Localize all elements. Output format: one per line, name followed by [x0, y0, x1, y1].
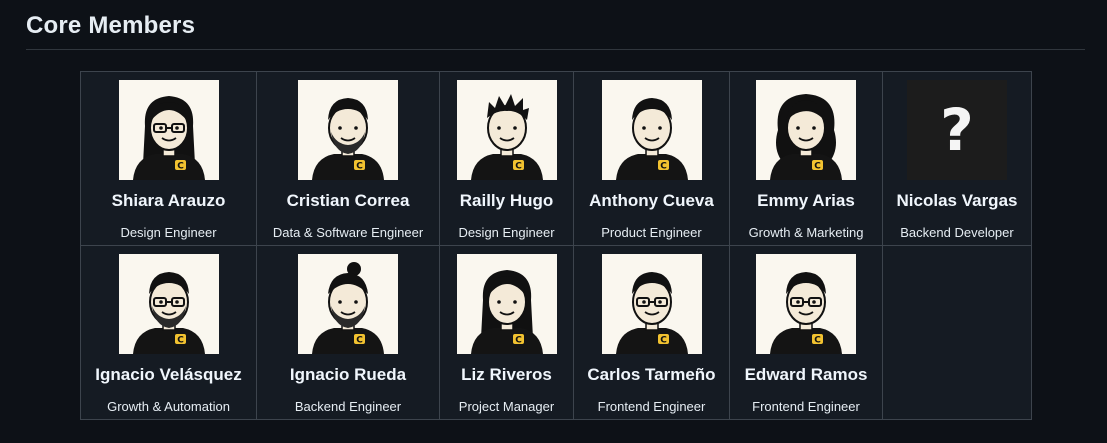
member-name: Liz Riveros [461, 365, 552, 384]
avatar: C [118, 254, 219, 354]
member-name: Railly Hugo [459, 191, 554, 210]
svg-text:C: C [660, 336, 667, 346]
avatar: C [756, 80, 856, 180]
member-role: Project Manager [458, 399, 555, 414]
avatar: C [298, 254, 398, 354]
title-divider [26, 49, 1085, 50]
svg-text:C: C [660, 162, 667, 172]
members-grid: C Shiara Arauzo Design Engineer C Cristi… [80, 71, 1032, 420]
svg-text:C: C [177, 336, 184, 346]
member-card: C Edward Ramos Frontend Engineer [729, 245, 883, 420]
svg-text:C: C [814, 162, 821, 172]
member-role: Design Engineer [458, 225, 555, 240]
member-card: C Carlos Tarmeño Frontend Engineer [573, 245, 730, 420]
member-name: Ignacio Rueda [289, 365, 407, 384]
member-role: Data & Software Engineer [272, 225, 424, 240]
avatar: C [118, 80, 219, 180]
svg-text:C: C [356, 162, 363, 172]
member-role: Product Engineer [601, 225, 702, 240]
question-mark-icon: ? [907, 80, 1007, 180]
member-card: C Cristian Correa Data & Software Engine… [256, 71, 440, 246]
svg-text:C: C [177, 162, 184, 172]
avatar: C [456, 80, 557, 180]
member-role: Frontend Engineer [752, 399, 860, 414]
member-name: Shiara Arauzo [111, 191, 226, 210]
section-title: Core Members [26, 12, 196, 39]
member-role: Design Engineer [120, 225, 217, 240]
member-role: Backend Engineer [294, 399, 402, 414]
member-card: C Emmy Arias Growth & Marketing [729, 71, 883, 246]
member-name: Emmy Arias [757, 191, 855, 210]
member-role: Growth & Marketing [748, 225, 864, 240]
member-card: C Shiara Arauzo Design Engineer [80, 71, 257, 246]
member-card: C Anthony Cueva Product Engineer [573, 71, 730, 246]
core-members-page: Core Members C Shiara Arauzo Design Engi… [0, 0, 1107, 443]
member-name: Edward Ramos [744, 365, 868, 384]
member-role: Backend Developer [900, 225, 1014, 240]
member-name: Cristian Correa [286, 191, 410, 210]
member-card: ? Nicolas Vargas Backend Developer [882, 71, 1032, 246]
avatar: C [601, 254, 702, 354]
member-card: C Ignacio Rueda Backend Engineer [256, 245, 440, 420]
avatar: C [298, 80, 398, 180]
member-role: Growth & Automation [107, 399, 230, 414]
empty-cell [882, 245, 1032, 420]
avatar: C [601, 80, 702, 180]
svg-text:C: C [515, 336, 522, 346]
members-row: C Shiara Arauzo Design Engineer C Cristi… [80, 71, 1032, 246]
member-card: C Ignacio Velásquez Growth & Automation [80, 245, 257, 420]
svg-text:C: C [356, 336, 363, 346]
members-row: C Ignacio Velásquez Growth & Automation … [80, 245, 1032, 420]
member-name: Anthony Cueva [589, 191, 714, 210]
member-card: C Railly Hugo Design Engineer [439, 71, 574, 246]
avatar: C [756, 254, 856, 354]
svg-text:C: C [814, 336, 821, 346]
member-name: Ignacio Velásquez [95, 365, 242, 384]
member-name: Carlos Tarmeño [587, 365, 716, 384]
member-name: Nicolas Vargas [896, 191, 1018, 210]
member-card: C Liz Riveros Project Manager [439, 245, 574, 420]
member-role: Frontend Engineer [597, 399, 706, 414]
svg-text:C: C [515, 162, 522, 172]
avatar: C [456, 254, 557, 354]
